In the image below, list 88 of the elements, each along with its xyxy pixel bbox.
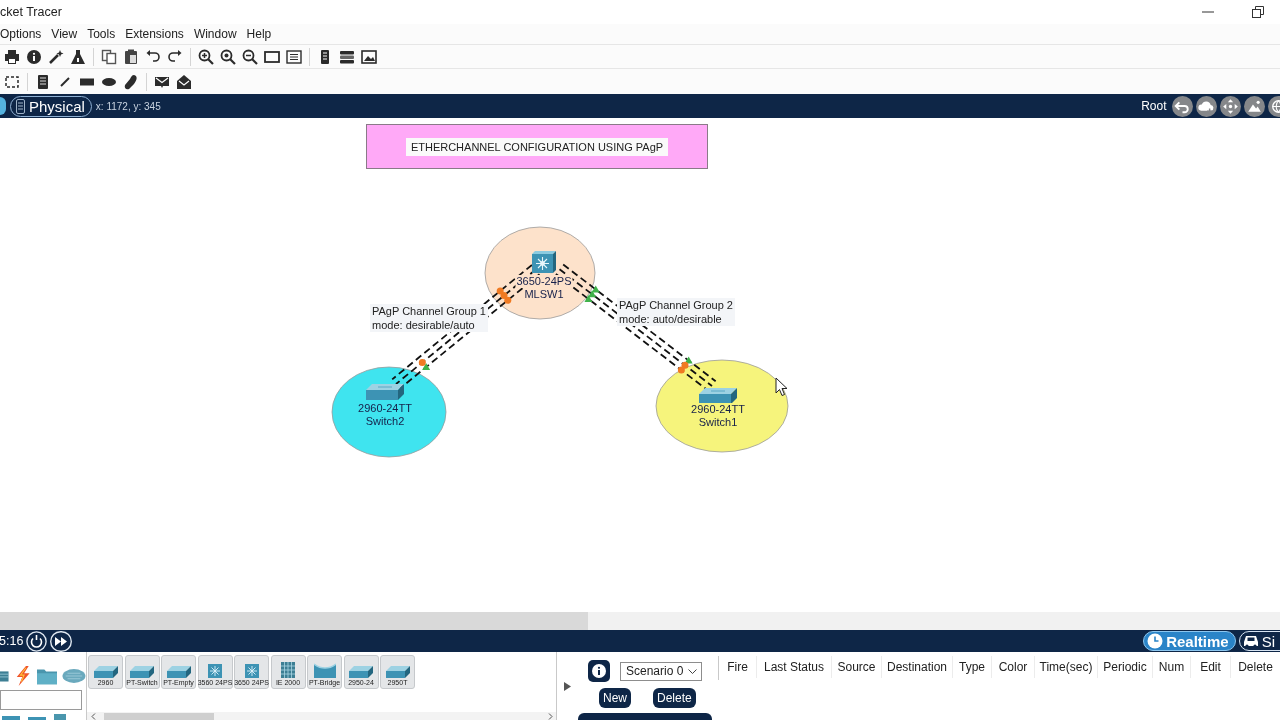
column-header: Destination: [882, 656, 953, 678]
panel-toggle-button[interactable]: [578, 713, 712, 720]
list-window-icon[interactable]: [286, 48, 302, 65]
column-header: Fire: [719, 656, 757, 678]
printer-icon[interactable]: [4, 48, 20, 65]
caret-icon: [688, 668, 697, 674]
switch-icon: [93, 666, 118, 678]
multilayer-switch-icon: [208, 664, 222, 678]
zoom-in-icon[interactable]: [198, 48, 214, 65]
car-icon: [1242, 634, 1259, 648]
move-arrows-icon[interactable]: [1220, 95, 1241, 117]
zoom-reset-icon[interactable]: [220, 48, 236, 65]
mode-tab[interactable]: Si: [1238, 631, 1280, 651]
flask-icon[interactable]: [70, 48, 86, 65]
clock-icon: [1147, 633, 1164, 649]
device-model-label: 3650-24PS: [515, 275, 573, 288]
note-icon[interactable]: [35, 73, 51, 90]
mountain-image-icon[interactable]: [1244, 95, 1265, 117]
magic-wand-icon[interactable]: [48, 48, 64, 65]
root-label[interactable]: Root: [1141, 99, 1167, 113]
time-readout: 5:16: [0, 634, 24, 648]
multilayer-switch-icon[interactable]: [532, 251, 556, 273]
menu-item[interactable]: View: [51, 27, 78, 41]
column-header: Time(sec): [1035, 656, 1098, 678]
multilayer-switch-icon: [244, 664, 259, 678]
minimize-icon[interactable]: [1202, 10, 1214, 14]
column-header: Source: [832, 656, 882, 678]
menu-item[interactable]: Extensions: [125, 27, 184, 41]
column-header: Color: [992, 656, 1035, 678]
bridge-icon: [313, 662, 336, 678]
copy-icon[interactable]: [101, 48, 117, 65]
switch-icon: [166, 666, 191, 678]
cloud-icon[interactable]: [62, 668, 86, 684]
scenario-dropdown[interactable]: Scenario 0: [620, 661, 702, 681]
column-header: Periodic: [1098, 656, 1153, 678]
clipboard-icon[interactable]: [123, 48, 139, 65]
column-header: Type: [953, 656, 992, 678]
device-name-label: Switch2: [364, 415, 406, 428]
mode-tab[interactable]: Realtime: [1143, 631, 1236, 651]
zoom-out-icon[interactable]: [242, 48, 258, 65]
switch-icon: [130, 666, 154, 678]
device-model-label: 2960-24TT: [690, 403, 746, 416]
mouse-pointer-icon: [775, 377, 788, 397]
picture-icon[interactable]: [361, 48, 377, 65]
horizontal-scrollbar[interactable]: [0, 612, 1280, 630]
info-icon[interactable]: [588, 660, 610, 682]
list-icon: [16, 98, 25, 114]
canvas-note: PAgP Channel Group 1 mode: desirable/auto: [370, 304, 488, 332]
menu-item[interactable]: Help: [246, 27, 272, 41]
device-name-label: MLSW1: [523, 288, 565, 301]
cloud-plus-icon[interactable]: [1196, 95, 1217, 117]
open-envelope-icon[interactable]: [176, 73, 192, 90]
device-name-label: Switch1: [697, 416, 739, 429]
window-title: cket Tracer: [0, 5, 62, 19]
menu-item[interactable]: Options: [0, 27, 42, 41]
selection-icon[interactable]: [4, 73, 20, 90]
device-model-label: 2960-24TT: [357, 402, 413, 415]
info-icon[interactable]: [26, 48, 42, 65]
switch-icon[interactable]: [366, 384, 404, 400]
delete-button[interactable]: Delete: [653, 688, 696, 708]
physical-tab[interactable]: Physical: [10, 95, 92, 117]
round-button[interactable]: [0, 97, 6, 115]
column-header: Num: [1153, 656, 1191, 678]
switch-icon: [349, 666, 373, 678]
frame-icon[interactable]: [264, 48, 280, 65]
canvas-title: ETHERCHANNEL CONFIGURATION USING PAgP: [405, 137, 669, 156]
menu-item[interactable]: Tools: [87, 27, 116, 41]
canvas-note: PAgP Channel Group 2 mode: auto/desirable: [617, 298, 735, 326]
switch-icon: [385, 666, 410, 678]
column-header: Last Status: [757, 656, 832, 678]
scrollbar-thumb[interactable]: [0, 612, 588, 630]
device-list-scrollbar[interactable]: [87, 712, 556, 720]
folder-icon[interactable]: [36, 667, 58, 685]
coordinates-readout: x: 1172, y: 345: [95, 100, 161, 112]
restore-icon[interactable]: [1252, 6, 1264, 18]
column-header: Edit: [1191, 656, 1231, 678]
column-header: Delete: [1231, 656, 1280, 678]
undo-icon[interactable]: [145, 48, 161, 65]
expand-arrow-icon[interactable]: [564, 681, 571, 691]
menu-item[interactable]: Window: [193, 27, 237, 41]
power-icon[interactable]: [26, 630, 48, 652]
stacked-bars-icon[interactable]: [339, 48, 355, 65]
freeform-icon[interactable]: [123, 73, 139, 90]
switch-icon[interactable]: [699, 388, 737, 404]
grid-device-icon: [281, 662, 295, 678]
fast-forward-icon[interactable]: [50, 630, 73, 652]
new-button[interactable]: New: [599, 688, 631, 708]
redo-icon[interactable]: [167, 48, 183, 65]
